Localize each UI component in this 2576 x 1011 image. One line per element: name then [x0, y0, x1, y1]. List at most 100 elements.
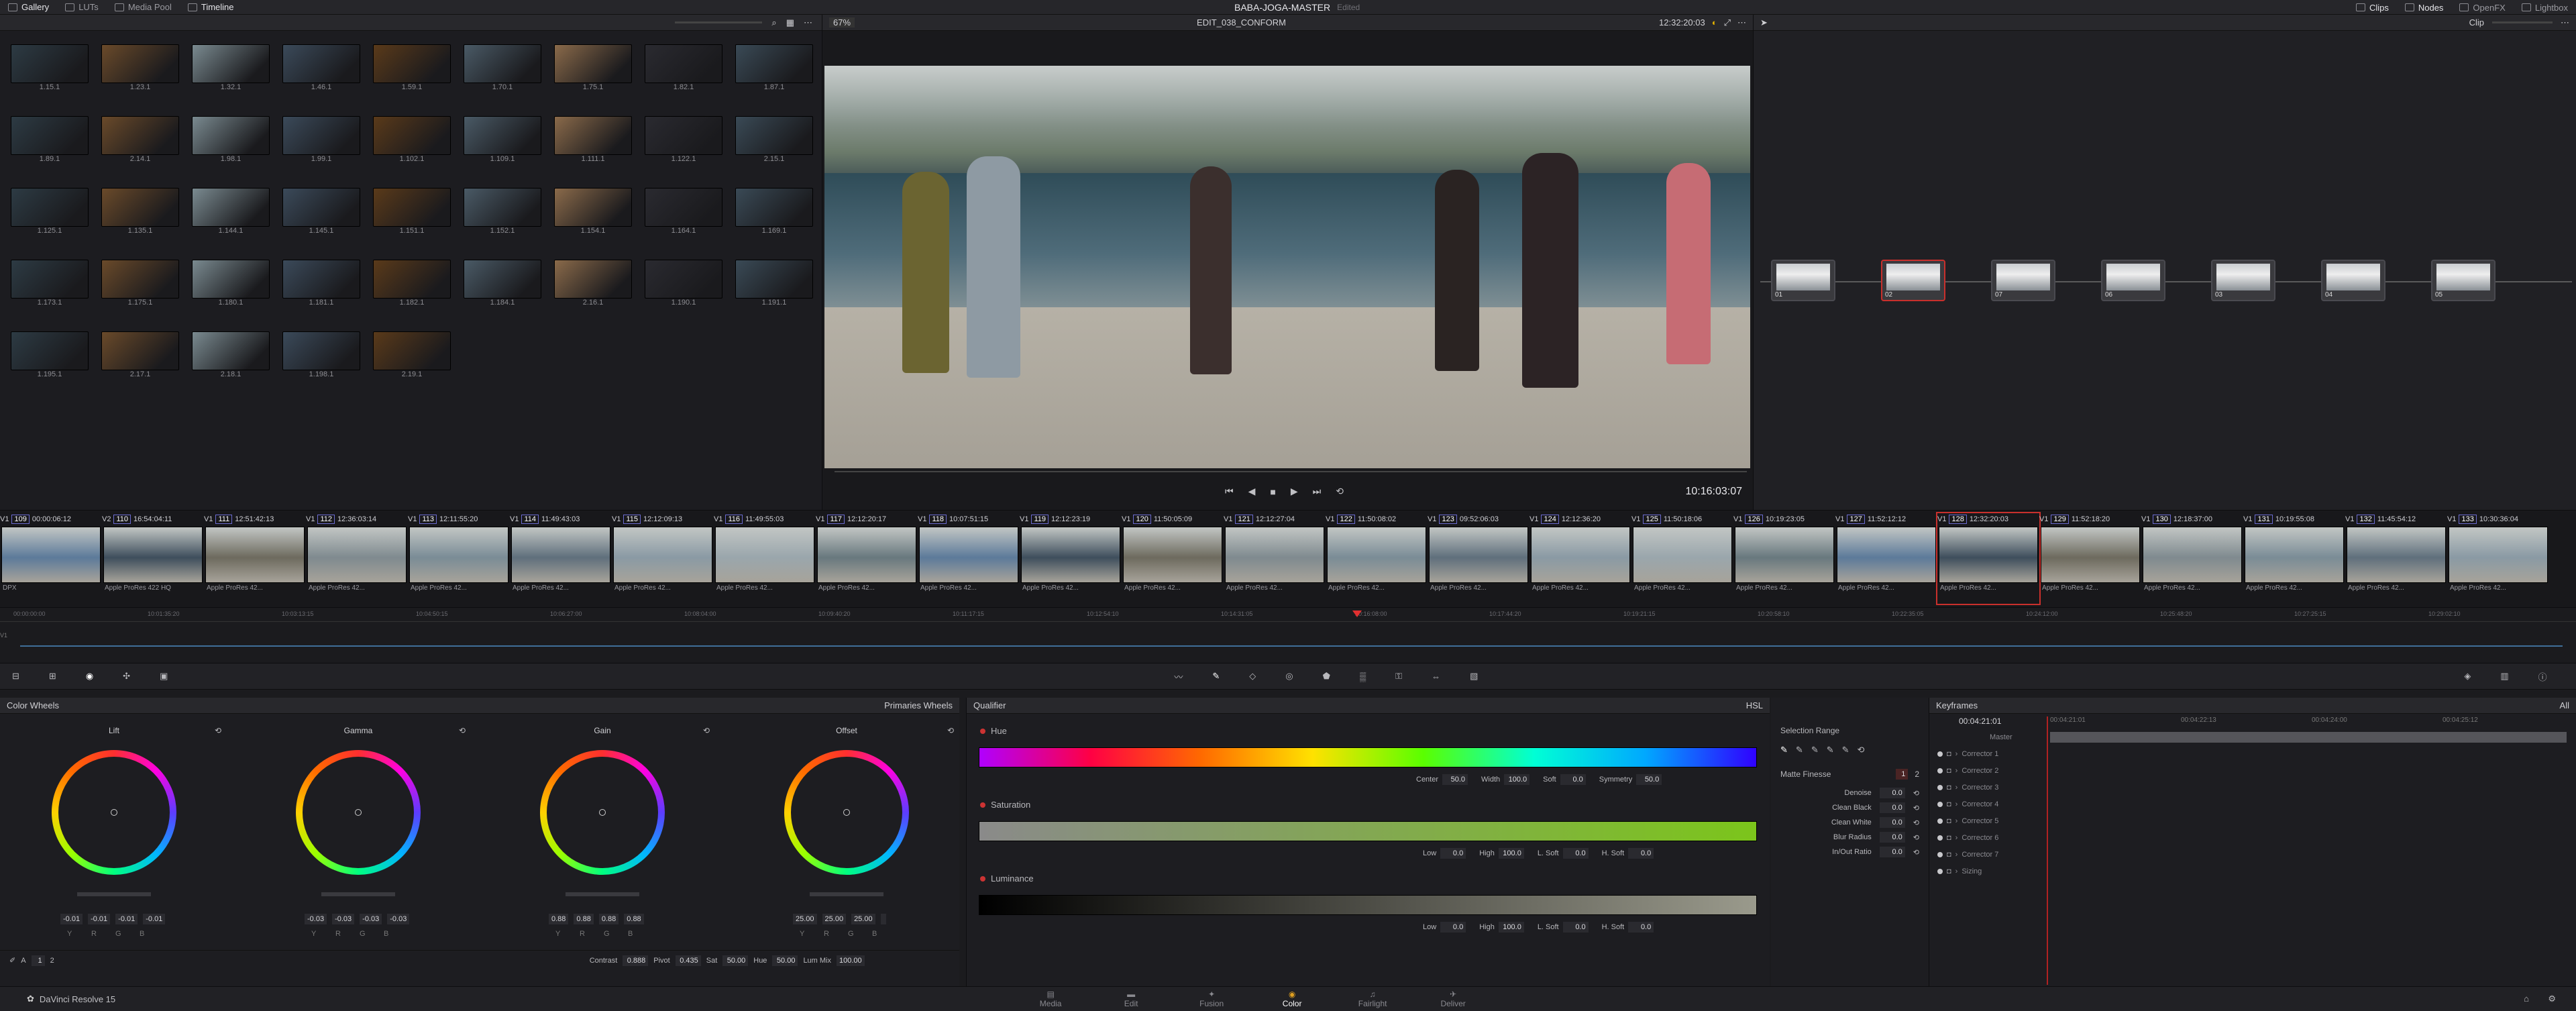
grid-view-icon[interactable]: ▦: [786, 17, 794, 28]
timeline-clip[interactable]: V1 115 12:12:09:13 Apple ProRes 42...: [612, 513, 714, 604]
wheel-master-slider[interactable]: [321, 892, 395, 896]
key-icon[interactable]: ⚿: [1395, 671, 1402, 682]
still-thumbnail[interactable]: 1.145.1: [282, 188, 360, 235]
play-reverse-icon[interactable]: ◀: [1248, 486, 1256, 497]
lum-low-field[interactable]: 0.0: [1440, 922, 1466, 933]
timeline-clip[interactable]: V1 122 11:50:08:02 Apple ProRes 42...: [1326, 513, 1428, 604]
wheel-value-field[interactable]: -0.03: [332, 914, 355, 924]
expand-icon[interactable]: ›: [1955, 867, 1958, 875]
highlight-icon[interactable]: ◐: [1712, 17, 1717, 28]
matte-value-field[interactable]: 0.0: [1879, 817, 1905, 828]
picker-minus-icon[interactable]: ✎: [1796, 745, 1803, 755]
picker-plus-icon[interactable]: ✎: [1811, 745, 1819, 755]
still-thumbnail[interactable]: 1.75.1: [554, 44, 632, 91]
wheel-value-field[interactable]: -0.01: [60, 914, 83, 924]
wheel-value-field[interactable]: -0.01: [143, 914, 166, 924]
still-thumbnail[interactable]: 1.144.1: [192, 188, 270, 235]
camera-raw-icon[interactable]: ⊟: [12, 671, 19, 682]
lock-icon[interactable]: ◘: [1947, 750, 1951, 758]
reset-icon[interactable]: ⟲: [1913, 804, 1919, 812]
expand-icon[interactable]: ›: [1955, 784, 1958, 792]
stop-icon[interactable]: ■: [1270, 486, 1275, 497]
more-icon[interactable]: ⋯: [1737, 17, 1746, 28]
skip-end-icon[interactable]: ⏭: [1313, 486, 1322, 497]
matte-page-2[interactable]: 2: [1915, 769, 1919, 779]
still-thumbnail[interactable]: 1.70.1: [464, 44, 541, 91]
lock-icon[interactable]: ◘: [1947, 817, 1951, 825]
node[interactable]: 04: [2321, 260, 2385, 301]
window-icon[interactable]: ◇: [1249, 671, 1256, 682]
pointer-icon[interactable]: ➤: [1760, 17, 1768, 28]
tab-clips[interactable]: Clips: [2348, 0, 2397, 15]
luminance-bar[interactable]: [979, 895, 1757, 915]
node[interactable]: 02: [1881, 260, 1945, 301]
still-thumbnail[interactable]: 1.82.1: [645, 44, 722, 91]
timeline-clip[interactable]: V1 112 12:36:03:14 Apple ProRes 42...: [306, 513, 408, 604]
keyframe-track[interactable]: Master: [1929, 729, 2573, 745]
wheel-value-field[interactable]: -0.03: [360, 914, 382, 924]
scopes-toggle-icon[interactable]: ◈: [2464, 671, 2471, 682]
home-icon[interactable]: ⌂: [2524, 994, 2529, 1004]
still-thumbnail[interactable]: 1.154.1: [554, 188, 632, 235]
timeline-clip[interactable]: V1 124 12:12:36:20 Apple ProRes 42...: [1529, 513, 1631, 604]
sat-lsoft-field[interactable]: 0.0: [1562, 848, 1589, 859]
timeline-clip[interactable]: V1 128 12:32:20:03 Apple ProRes 42...: [1936, 512, 2041, 605]
track-enable-dot[interactable]: [1937, 835, 1943, 841]
track-enable-dot[interactable]: [1937, 818, 1943, 824]
expand-icon[interactable]: ›: [1955, 800, 1958, 808]
luminance-enable-toggle[interactable]: [980, 875, 985, 882]
page-tab-color[interactable]: ◉ Color: [1258, 990, 1326, 1008]
motion-effects-icon[interactable]: ▣: [160, 671, 168, 682]
still-thumbnail[interactable]: 1.109.1: [464, 116, 541, 163]
width-field[interactable]: 100.0: [1504, 774, 1530, 785]
timeline-clip[interactable]: V1 117 12:12:20:17 Apple ProRes 42...: [816, 513, 918, 604]
wheel-puck[interactable]: [599, 809, 606, 816]
still-thumbnail[interactable]: 1.184.1: [464, 260, 541, 307]
wheel-value-field[interactable]: 0.88: [549, 914, 569, 924]
play-icon[interactable]: ▶: [1291, 486, 1298, 497]
lock-icon[interactable]: ◘: [1947, 767, 1951, 775]
wheel-value-field[interactable]: 0.88: [598, 914, 619, 924]
wheel-value-field[interactable]: 25.00: [851, 914, 875, 924]
tab-media-pool[interactable]: Media Pool: [107, 0, 180, 15]
still-thumbnail[interactable]: 1.135.1: [101, 188, 179, 235]
wheel-puck[interactable]: [843, 809, 850, 816]
timeline-clip[interactable]: V1 131 10:19:55:08 Apple ProRes 42...: [2243, 513, 2345, 604]
page-tab-fusion[interactable]: ✦ Fusion: [1178, 990, 1245, 1008]
wheel-master-slider[interactable]: [566, 892, 639, 896]
tab-timeline[interactable]: Timeline: [180, 0, 242, 15]
node[interactable]: 06: [2101, 260, 2165, 301]
center-field[interactable]: 50.0: [1442, 774, 1468, 785]
keyframe-track[interactable]: ◘ › Sizing: [1929, 863, 2573, 880]
still-thumbnail[interactable]: 1.87.1: [735, 44, 813, 91]
timeline-clip[interactable]: V1 119 12:12:23:19 Apple ProRes 42...: [1020, 513, 1122, 604]
node-zoom-slider[interactable]: [2492, 21, 2553, 23]
page-tab-fairlight[interactable]: ♫ Fairlight: [1339, 990, 1406, 1008]
wheel-value-field[interactable]: 0.88: [624, 914, 644, 924]
curves-icon[interactable]: 〰: [1174, 670, 1183, 683]
keyframe-track[interactable]: ◘ › Corrector 7: [1929, 846, 2573, 863]
lum-mix-field[interactable]: 100.00: [837, 955, 865, 966]
track-enable-dot[interactable]: [1937, 801, 1943, 807]
keyframe-track[interactable]: ◘ › Corrector 3: [1929, 779, 2573, 796]
timeline-clip[interactable]: V1 125 11:50:18:06 Apple ProRes 42...: [1631, 513, 1733, 604]
reset-icon[interactable]: ⟲: [1913, 818, 1919, 827]
still-thumbnail[interactable]: 1.164.1: [645, 188, 722, 235]
picker-icon[interactable]: ✐: [9, 956, 15, 965]
still-thumbnail[interactable]: 1.169.1: [735, 188, 813, 235]
keyframe-track[interactable]: ◘ › Corrector 1: [1929, 745, 2573, 762]
still-thumbnail[interactable]: 2.18.1: [192, 331, 270, 378]
keyframe-track[interactable]: ◘ › Corrector 5: [1929, 812, 2573, 829]
lock-icon[interactable]: ◘: [1947, 867, 1951, 875]
wheel-value-field[interactable]: 25.00: [793, 914, 817, 924]
track-enable-dot[interactable]: [1937, 784, 1943, 790]
wheel-value-field[interactable]: 0.88: [574, 914, 594, 924]
node[interactable]: 01: [1771, 260, 1835, 301]
keyframe-track[interactable]: ◘ › Corrector 6: [1929, 829, 2573, 846]
timeline-clip[interactable]: V1 120 11:50:05:09 Apple ProRes 42...: [1122, 513, 1224, 604]
matte-value-field[interactable]: 0.0: [1879, 847, 1905, 857]
fullscreen-icon[interactable]: ⤢: [1724, 17, 1731, 28]
keyframes-filter-select[interactable]: All: [2560, 700, 2569, 710]
picker-icon[interactable]: ✎: [1780, 745, 1788, 755]
page-2-button[interactable]: 2: [50, 957, 54, 965]
